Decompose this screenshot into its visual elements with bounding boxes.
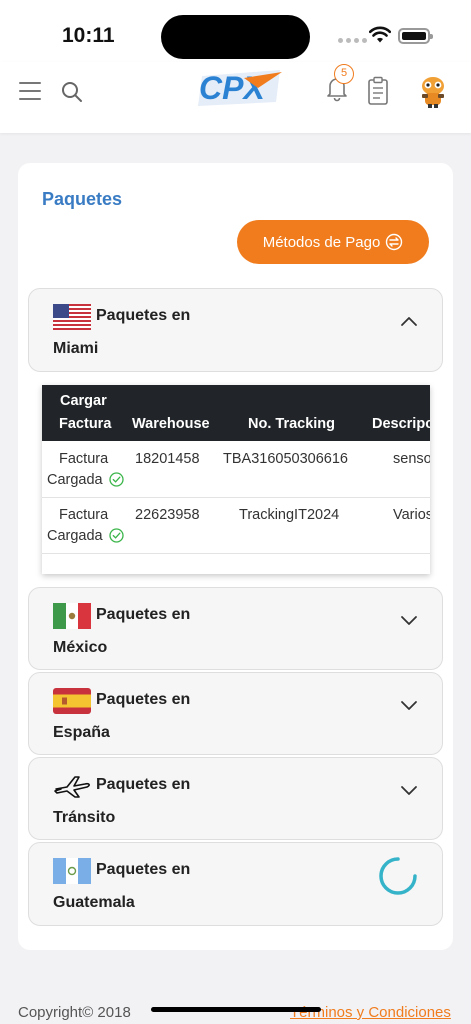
row-divider [42,497,430,498]
section-label: Paquetes en [96,776,191,793]
table-cell-tracking: TBA316050306616 [223,451,348,467]
column-header-warehouse: Warehouse [132,416,210,432]
table-cell-description: sensores [393,451,430,467]
table-cell-status: Factura [59,451,109,467]
notifications-button[interactable]: 5 [325,64,354,107]
check-circle-icon [109,472,124,487]
payment-methods-label: Métodos de Pago [262,233,381,251]
spain-flag-icon [53,688,91,714]
avatar[interactable] [414,74,452,110]
mexico-flag-icon [53,603,91,629]
guatemala-flag-icon [53,858,91,884]
column-header-tracking: No. Tracking [248,416,336,432]
page-title: Paquetes [42,189,123,209]
dynamic-island [161,15,310,59]
exchange-arrows-icon [386,233,403,251]
footer-copyright: Copyright© 2018 [18,1004,131,1021]
us-flag-icon [53,304,91,330]
battery-icon [398,28,433,44]
section-miami[interactable]: Paquetes en Miami [28,288,443,372]
check-circle-icon [109,528,124,543]
menu-icon[interactable] [19,82,41,106]
section-label: Paquetes en [96,861,191,878]
status-loaded-text: Cargada [47,528,103,544]
chevron-up-icon[interactable] [400,315,418,327]
section-label: Paquetes en [96,606,191,623]
table-cell-warehouse: 22623958 [135,507,200,523]
cpx-logo: CPX [198,70,282,106]
section-spain[interactable]: Paquetes en España [28,672,443,755]
app-header: CPX 5 [0,62,471,133]
table-cell-warehouse: 18201458 [135,451,200,467]
logo-text: CPX [199,70,266,106]
table-header: Cargar Factura Warehouse No. Tracking De… [42,385,430,441]
home-indicator [151,1007,321,1012]
section-location: Miami [53,340,99,357]
status-loaded-text: Cargada [47,472,103,488]
section-location: España [53,724,110,741]
loading-spinner-icon [379,857,417,895]
section-transit[interactable]: Paquetes en Tránsito [28,757,443,840]
table-cell-description: Varios [393,507,430,523]
chevron-down-icon[interactable] [400,614,418,626]
table-cell-status-loaded: Cargada [47,528,124,544]
status-time: 10:11 [62,24,115,47]
cellular-signal-icon [338,38,367,43]
section-location: México [53,639,108,656]
airplane-icon [54,776,90,798]
section-guatemala[interactable]: Paquetes en Guatemala [28,842,443,926]
section-location: Guatemala [53,894,135,911]
section-label: Paquetes en [96,307,191,324]
notification-badge: 5 [334,64,354,84]
column-header-factura: Factura [59,416,112,432]
section-location: Tránsito [53,809,116,826]
section-mexico[interactable]: Paquetes en México [28,587,443,670]
chevron-down-icon[interactable] [400,784,418,796]
packages-table[interactable]: Cargar Factura Warehouse No. Tracking De… [42,385,430,574]
table-cell-status: Factura [59,507,109,523]
chevron-down-icon[interactable] [400,699,418,711]
section-label: Paquetes en [96,691,191,708]
payment-methods-button[interactable]: Métodos de Pago [237,220,429,264]
search-icon[interactable] [60,80,84,104]
row-divider [42,553,430,554]
wifi-icon [369,26,391,43]
status-bar: 10:11 [0,0,471,62]
table-cell-tracking: TrackingIT2024 [239,507,340,523]
packages-card: Paquetes Métodos de Pago Paquetes en Mia… [18,163,453,950]
column-header-cargar: Cargar [60,393,107,409]
table-cell-status-loaded: Cargada [47,472,124,488]
clipboard-icon[interactable] [364,76,392,106]
column-header-description: Descripción [372,416,430,432]
